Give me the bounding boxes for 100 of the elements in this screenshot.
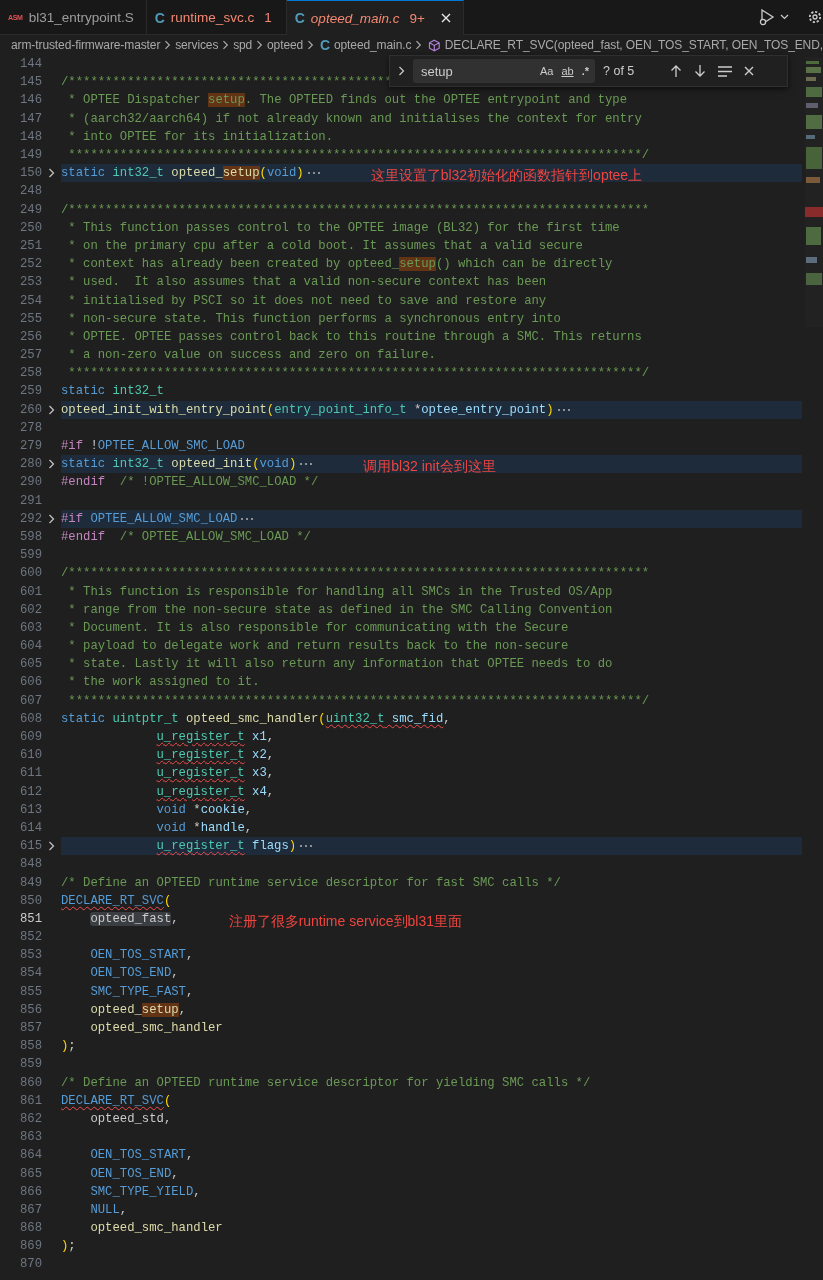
code-line: * OPTEE. OPTEE passes control back to this routine through a SMC. This returns <box>67 329 642 344</box>
breadcrumb-item[interactable]: opteed_main.c <box>333 38 412 52</box>
breadcrumb-item[interactable]: opteed <box>267 38 304 52</box>
line-number: 258 <box>18 366 42 381</box>
line-number: 255 <box>18 311 42 326</box>
cube-icon <box>428 38 441 52</box>
code-line: ******************************************************************************/ <box>67 366 650 381</box>
find-input[interactable]: setup Aa ab .* <box>413 59 595 83</box>
find-option-toggle[interactable]: ab <box>561 65 574 77</box>
annotation-note: 注册了很多runtime service到bl31里面 <box>228 912 462 931</box>
code-line: * on the primary cpu after a cold boot. It assumes that a valid secure <box>67 238 583 253</box>
chevron-icon[interactable] <box>48 168 55 179</box>
line-number: 260 <box>18 402 42 417</box>
chevron-icon[interactable] <box>48 513 55 524</box>
play-icon[interactable] <box>758 8 776 26</box>
chevron-icon[interactable] <box>48 459 55 470</box>
line-number: 148 <box>18 129 42 144</box>
line-number: 863 <box>18 1130 42 1145</box>
code-line: OEN_TOS_START, <box>90 948 194 963</box>
line-number: 614 <box>18 820 42 835</box>
line-number: 866 <box>18 1184 42 1199</box>
lines-icon[interactable] <box>718 65 733 77</box>
line-number: 850 <box>18 893 42 908</box>
editor-tab[interactable]: C runtime_svc.c 1 <box>146 0 287 35</box>
line-number: 862 <box>18 1111 42 1126</box>
code-line: OEN_TOS_END, <box>90 966 179 981</box>
code-line: /******************************************************************************* <box>61 202 650 217</box>
code-line: opteed_init_with_entry_point(entry_point_info_t *optee_entry_point) <box>61 402 554 417</box>
line-number: 609 <box>18 730 42 745</box>
settings-icon[interactable] <box>807 9 823 25</box>
line-number: 606 <box>18 675 42 690</box>
line-number: 608 <box>18 711 42 726</box>
close-icon[interactable] <box>440 13 451 23</box>
find-option-toggle[interactable]: Aa <box>539 65 554 77</box>
line-number: 610 <box>18 748 42 763</box>
line-number: 279 <box>18 439 42 454</box>
code-line: * context has already been created by opteed_setup() which can be directly <box>67 257 613 272</box>
code-line: /******************************************** <box>61 75 392 90</box>
code-line: /* Define an OPTEED runtime service descriptor for fast SMC calls */ <box>61 875 561 890</box>
line-number: 292 <box>18 511 42 526</box>
code-line: /* Define an OPTEED runtime service descriptor for yielding SMC calls */ <box>61 1075 591 1090</box>
line-number: 853 <box>18 948 42 963</box>
line-number: 290 <box>18 475 42 490</box>
line-number: 865 <box>18 1166 42 1181</box>
line-number: 248 <box>18 184 42 199</box>
code-line: opteed_smc_handler <box>90 1021 223 1036</box>
editor-tab[interactable]: C opteed_main.c 9+ <box>286 0 464 35</box>
chevron-icon <box>164 40 172 50</box>
ellipsis-icon[interactable] <box>556 407 571 412</box>
line-number: 147 <box>18 111 42 126</box>
line-number: 250 <box>18 220 42 235</box>
code-line: u_register_t x4, <box>156 784 275 799</box>
annotation-note: 这里设置了bl32初始化的函数指针到optee上 <box>370 167 643 186</box>
arrow-up-icon[interactable] <box>670 64 683 78</box>
match-count: ? of 5 <box>603 64 635 78</box>
line-number: 603 <box>18 620 42 635</box>
line-number: 599 <box>18 548 42 563</box>
line-number: 851 <box>18 911 42 926</box>
caret-icon[interactable] <box>780 14 789 20</box>
chevron-icon[interactable] <box>48 404 55 415</box>
code-line: #endif /* !OPTEE_ALLOW_SMC_LOAD */ <box>61 475 319 490</box>
code-line: NULL, <box>90 1202 128 1217</box>
chevron-icon[interactable] <box>48 841 55 852</box>
line-number: 856 <box>18 1002 42 1017</box>
line-number: 146 <box>18 93 42 108</box>
breadcrumb-item[interactable]: spd <box>233 38 253 52</box>
close-icon[interactable] <box>744 66 755 76</box>
code-line: * payload to delegate work and return results back to the non-secure <box>67 639 569 654</box>
ellipsis-icon[interactable] <box>306 171 321 176</box>
arrow-down-icon[interactable] <box>694 64 707 78</box>
line-number: 857 <box>18 1021 42 1036</box>
ellipsis-icon[interactable] <box>299 462 314 467</box>
code-line: u_register_t x3, <box>156 766 275 781</box>
line-number: 604 <box>18 639 42 654</box>
line-number: 256 <box>18 329 42 344</box>
line-number: 861 <box>18 1093 42 1108</box>
line-number: 849 <box>18 875 42 890</box>
line-number: 278 <box>18 420 42 435</box>
breadcrumb-item[interactable]: services <box>175 38 219 52</box>
line-number: 868 <box>18 1221 42 1236</box>
code-line: * range from the non-secure state as defined in the SMC Calling Convention <box>67 602 613 617</box>
code-line: * This function is responsible for handling all SMCs in the Trusted OS/App <box>67 584 613 599</box>
line-number: 860 <box>18 1075 42 1090</box>
line-number: 611 <box>18 766 42 781</box>
code-line: * (aarch32/aarch64) if not already known and initialises the context for entry <box>67 111 642 126</box>
code-line: ******************************************************************************/ <box>67 148 650 163</box>
c-file-icon: C <box>319 37 330 53</box>
line-number: 605 <box>18 657 42 672</box>
breadcrumb-item[interactable]: arm-trusted-firmware-master <box>11 38 161 52</box>
code-line: OEN_TOS_END, <box>90 1166 179 1181</box>
code-line: opteed_setup, <box>90 1002 186 1017</box>
breadcrumb-item[interactable]: DECLARE_RT_SVC(opteed_fast, OEN_TOS_START, OEN_TOS_END, <box>444 38 823 52</box>
code-line: * initialised by PSCI so it does not need to save and restore any <box>67 293 547 308</box>
chevron-icon[interactable] <box>398 66 405 76</box>
find-option-toggle[interactable]: .* <box>581 65 589 77</box>
ellipsis-icon[interactable] <box>299 844 314 849</box>
line-number: 869 <box>18 1239 42 1254</box>
ellipsis-icon[interactable] <box>240 516 255 521</box>
code-line: * used. It also assumes that a valid non-secure context has been <box>67 275 547 290</box>
line-number: 870 <box>18 1257 42 1272</box>
